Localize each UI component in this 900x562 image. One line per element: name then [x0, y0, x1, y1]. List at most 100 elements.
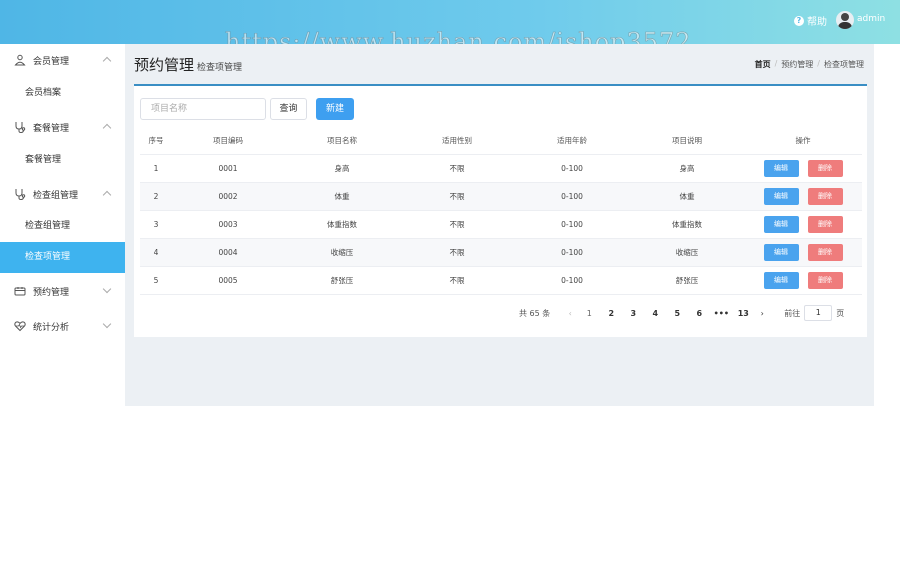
- goto-page-input[interactable]: 1: [804, 305, 833, 321]
- chevron-up-icon: [102, 123, 112, 133]
- cell-name: 舒张压: [330, 276, 354, 285]
- delete-button[interactable]: 删除: [807, 272, 843, 289]
- heart-icon: [14, 320, 26, 332]
- cell-age: 0-100: [561, 192, 583, 201]
- cell-index: 1: [153, 164, 159, 173]
- sidebar-item-package-manage[interactable]: 套餐管理: [0, 145, 125, 176]
- page-button[interactable]: 2: [600, 309, 622, 318]
- help-label: 帮助: [807, 17, 827, 28]
- table-header: 序号 项目编码 项目名称 适用性别 适用年龄 项目说明 操作: [140, 127, 862, 155]
- page-button[interactable]: 6: [688, 309, 710, 318]
- table-row: 1 0001 身高 不限 0-100 身高 编辑 删除: [140, 155, 862, 183]
- page-button[interactable]: 5: [666, 309, 688, 318]
- sidebar-group-members[interactable]: 会员管理: [0, 44, 125, 76]
- stethoscope-icon: [14, 121, 26, 133]
- cell-remark: 体重: [679, 192, 695, 201]
- chevron-up-icon: [102, 56, 112, 66]
- cell-index: 2: [153, 192, 159, 201]
- sidebar-group-label: 预约管理: [33, 287, 70, 298]
- chevron-down-icon: [102, 284, 112, 294]
- sidebar-group-label: 检查组管理: [33, 190, 79, 201]
- page-title: 预约管理: [134, 56, 195, 74]
- cell-code: 0004: [218, 248, 238, 257]
- search-input[interactable]: 项目名称: [140, 98, 266, 120]
- page-button[interactable]: 13: [732, 309, 754, 318]
- chevron-right-icon[interactable]: ›: [754, 309, 770, 318]
- cell-remark: 体重指数: [672, 220, 702, 229]
- cell-gender: 不限: [449, 248, 465, 257]
- cell-actions: 编辑 删除: [744, 160, 862, 177]
- sidebar-item-member-archive[interactable]: 会员档案: [0, 78, 125, 109]
- cell-age: 0-100: [561, 164, 583, 173]
- user-name[interactable]: admin: [857, 14, 885, 24]
- delete-button[interactable]: 删除: [807, 160, 843, 177]
- cell-name: 收缩压: [330, 248, 354, 257]
- cell-code: 0002: [218, 192, 238, 201]
- pagination: 共 65 条 ‹ 1 2 3 4 5 6 ••• 13 › 前往 1 页: [519, 305, 844, 321]
- delete-button[interactable]: 删除: [807, 216, 843, 233]
- cell-remark: 舒张压: [675, 276, 699, 285]
- edit-button[interactable]: 编辑: [763, 272, 799, 289]
- edit-button[interactable]: 编辑: [763, 188, 799, 205]
- sidebar-group-packages[interactable]: 套餐管理: [0, 111, 125, 143]
- breadcrumb-home[interactable]: 首页: [755, 59, 771, 70]
- sidebar-item-check-item-manage[interactable]: 检查项管理: [0, 242, 125, 273]
- page-subtitle: 检查项管理: [197, 63, 243, 73]
- pagination-total: 共 65 条: [519, 308, 551, 318]
- table-row: 3 0003 体重指数 不限 0-100 体重指数 编辑 删除: [140, 211, 862, 239]
- cell-remark: 身高: [679, 164, 695, 173]
- sidebar-group-label: 统计分析: [33, 322, 70, 333]
- cell-index: 5: [153, 276, 159, 285]
- sidebar-group-statistics[interactable]: 统计分析: [0, 310, 125, 342]
- calendar-icon: [14, 285, 26, 297]
- delete-button[interactable]: 删除: [807, 188, 843, 205]
- new-button[interactable]: 新建: [316, 98, 354, 120]
- column-header: 操作: [795, 136, 811, 145]
- cell-index: 3: [153, 220, 159, 229]
- chevron-up-icon: [102, 190, 112, 200]
- stethoscope-icon: [14, 188, 26, 200]
- table-row: 2 0002 体重 不限 0-100 体重 编辑 删除: [140, 183, 862, 211]
- delete-button[interactable]: 删除: [807, 244, 843, 261]
- table-row: 4 0004 收缩压 不限 0-100 收缩压 编辑 删除: [140, 239, 862, 267]
- cell-name: 身高: [334, 164, 350, 173]
- help-link[interactable]: ? 帮助: [794, 13, 827, 28]
- sidebar-group-check-groups[interactable]: 检查组管理: [0, 178, 125, 210]
- sidebar: 会员管理 会员档案 套餐管理 套餐管理 检查组管理 检查组管理 检查项管理 预约…: [0, 44, 125, 406]
- column-header: 项目名称: [327, 136, 357, 145]
- cell-age: 0-100: [561, 248, 583, 257]
- column-header: 项目说明: [672, 136, 702, 145]
- cell-index: 4: [153, 248, 159, 257]
- avatar[interactable]: [836, 11, 854, 29]
- goto-label: 前往: [784, 308, 801, 318]
- cell-gender: 不限: [449, 192, 465, 201]
- cell-remark: 收缩压: [675, 248, 699, 257]
- page-button[interactable]: 3: [622, 309, 644, 318]
- sidebar-item-check-group-manage[interactable]: 检查组管理: [0, 211, 125, 242]
- check-item-table: 序号 项目编码 项目名称 适用性别 适用年龄 项目说明 操作 1 0001 身高…: [140, 127, 862, 295]
- cell-code: 0003: [218, 220, 238, 229]
- breadcrumb-item: 检查项管理: [824, 60, 864, 69]
- edit-button[interactable]: 编辑: [763, 160, 799, 177]
- cell-actions: 编辑 删除: [744, 244, 862, 261]
- column-header: 适用年龄: [557, 136, 587, 145]
- table-row: 5 0005 舒张压 不限 0-100 舒张压 编辑 删除: [140, 267, 862, 295]
- breadcrumb-item[interactable]: 预约管理: [781, 59, 813, 70]
- column-header: 适用性别: [442, 136, 472, 145]
- cell-gender: 不限: [449, 276, 465, 285]
- cell-gender: 不限: [449, 220, 465, 229]
- sidebar-group-appointments[interactable]: 预约管理: [0, 275, 125, 307]
- cell-code: 0001: [218, 164, 238, 173]
- chevron-left-icon[interactable]: ‹: [562, 309, 578, 318]
- sidebar-group-label: 会员管理: [33, 56, 70, 67]
- page-ellipsis[interactable]: •••: [710, 309, 732, 318]
- query-button[interactable]: 查询: [270, 98, 307, 120]
- page-button[interactable]: 1: [578, 309, 600, 318]
- page-button[interactable]: 4: [644, 309, 666, 318]
- edit-button[interactable]: 编辑: [763, 244, 799, 261]
- help-icon: ?: [794, 15, 804, 26]
- cell-name: 体重: [334, 192, 350, 201]
- breadcrumb: 首页 / 预约管理 / 检查项管理: [754, 59, 864, 70]
- edit-button[interactable]: 编辑: [763, 216, 799, 233]
- sidebar-group-label: 套餐管理: [33, 123, 70, 134]
